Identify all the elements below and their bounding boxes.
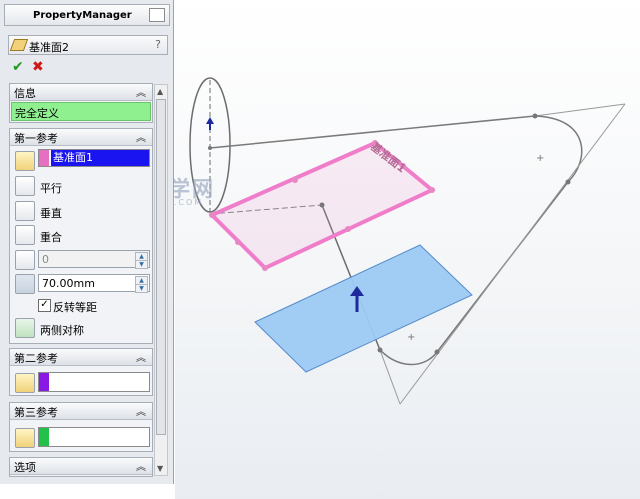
- help-icon[interactable]: ?: [155, 38, 161, 51]
- options-title: 选项: [14, 461, 36, 474]
- property-manager-panel: PropertyManager 基准面2 ? ✔ ✖ 信息 ︽ 完全定义 第一参…: [0, 0, 174, 484]
- plane-select-icon-2: [15, 373, 35, 393]
- svg-text:+: +: [536, 153, 544, 164]
- offset-distance-icon[interactable]: [15, 274, 35, 294]
- collapse-icon[interactable]: ︽: [136, 403, 146, 418]
- panel-scrollbar[interactable]: ▲ ▼: [154, 84, 168, 476]
- selected-plane: 基准面1: [51, 150, 149, 166]
- flip-checkbox[interactable]: ✓: [38, 299, 51, 312]
- feature-name: 基准面2: [29, 41, 69, 54]
- info-title: 信息: [14, 87, 36, 100]
- collapse-icon[interactable]: ︽: [136, 84, 146, 99]
- third-reference-title: 第三参考: [14, 406, 58, 419]
- flip-label: 反转等距: [53, 301, 97, 314]
- info-header[interactable]: 信息 ︽: [10, 84, 152, 101]
- info-group: 信息 ︽ 完全定义: [9, 83, 153, 123]
- first-reference-header[interactable]: 第一参考 ︽: [10, 129, 152, 146]
- coincident-label: 重合: [40, 231, 62, 244]
- second-reference-title: 第二参考: [14, 352, 58, 365]
- first-reference-title: 第一参考: [14, 132, 58, 145]
- property-manager-tab[interactable]: PropertyManager: [4, 4, 170, 26]
- coincident-icon[interactable]: [15, 225, 35, 245]
- third-reference-selection[interactable]: [38, 427, 150, 447]
- info-status: 完全定义: [11, 102, 151, 121]
- parallel-label: 平行: [40, 182, 62, 195]
- plane-2-preview[interactable]: [254, 244, 473, 373]
- svg-text:+: +: [407, 332, 415, 343]
- graphics-viewport[interactable]: 基准面1 + + 软件自学网 RJZXW.COM: [100, 0, 640, 499]
- second-reference-group: 第二参考 ︽: [9, 348, 153, 396]
- cancel-button[interactable]: ✖: [32, 59, 44, 75]
- first-reference-group: 第一参考 ︽ 基准面1 平行 垂直 重合 0 ▲ ▼ 70.00mm ▲ ▼ ✓ 反…: [9, 128, 153, 344]
- distance-input[interactable]: 70.00mm ▲ ▼: [38, 274, 150, 293]
- pin-icon[interactable]: [149, 8, 165, 22]
- panel-title: PropertyManager: [33, 10, 132, 21]
- plane-select-icon-3: [15, 428, 35, 448]
- options-header[interactable]: 选项 ︽: [10, 458, 152, 475]
- collapse-icon[interactable]: ︽: [136, 349, 146, 364]
- plane-feature-icon: [9, 39, 29, 51]
- mid-plane-icon[interactable]: [15, 318, 35, 338]
- axis-arrow-icon: [206, 117, 214, 124]
- construction-line-2: [399, 103, 626, 405]
- perpendicular-label: 垂直: [40, 207, 62, 220]
- third-reference-header[interactable]: 第三参考 ︽: [10, 403, 152, 420]
- plane-select-icon: [15, 151, 35, 171]
- angle-icon[interactable]: [15, 250, 35, 270]
- model-view[interactable]: 基准面1 + +: [175, 0, 640, 499]
- first-reference-selection[interactable]: 基准面1: [38, 149, 150, 167]
- options-group: 选项 ︽: [9, 457, 153, 477]
- construction-line: [534, 103, 626, 117]
- symmetric-label: 两侧对称: [40, 324, 84, 337]
- second-reference-selection[interactable]: [38, 372, 150, 392]
- collapse-icon[interactable]: ︽: [136, 458, 146, 473]
- scroll-thumb[interactable]: [156, 99, 166, 435]
- feature-header: 基准面2 ?: [8, 35, 168, 55]
- third-reference-group: 第三参考 ︽: [9, 402, 153, 452]
- parallel-icon[interactable]: [15, 176, 35, 196]
- angle-input[interactable]: 0 ▲ ▼: [38, 250, 150, 269]
- collapse-icon[interactable]: ︽: [136, 129, 146, 144]
- cone-profile[interactable]: [379, 115, 583, 366]
- second-reference-header[interactable]: 第二参考 ︽: [10, 349, 152, 366]
- ok-button[interactable]: ✔: [12, 59, 24, 75]
- perpendicular-icon[interactable]: [15, 201, 35, 221]
